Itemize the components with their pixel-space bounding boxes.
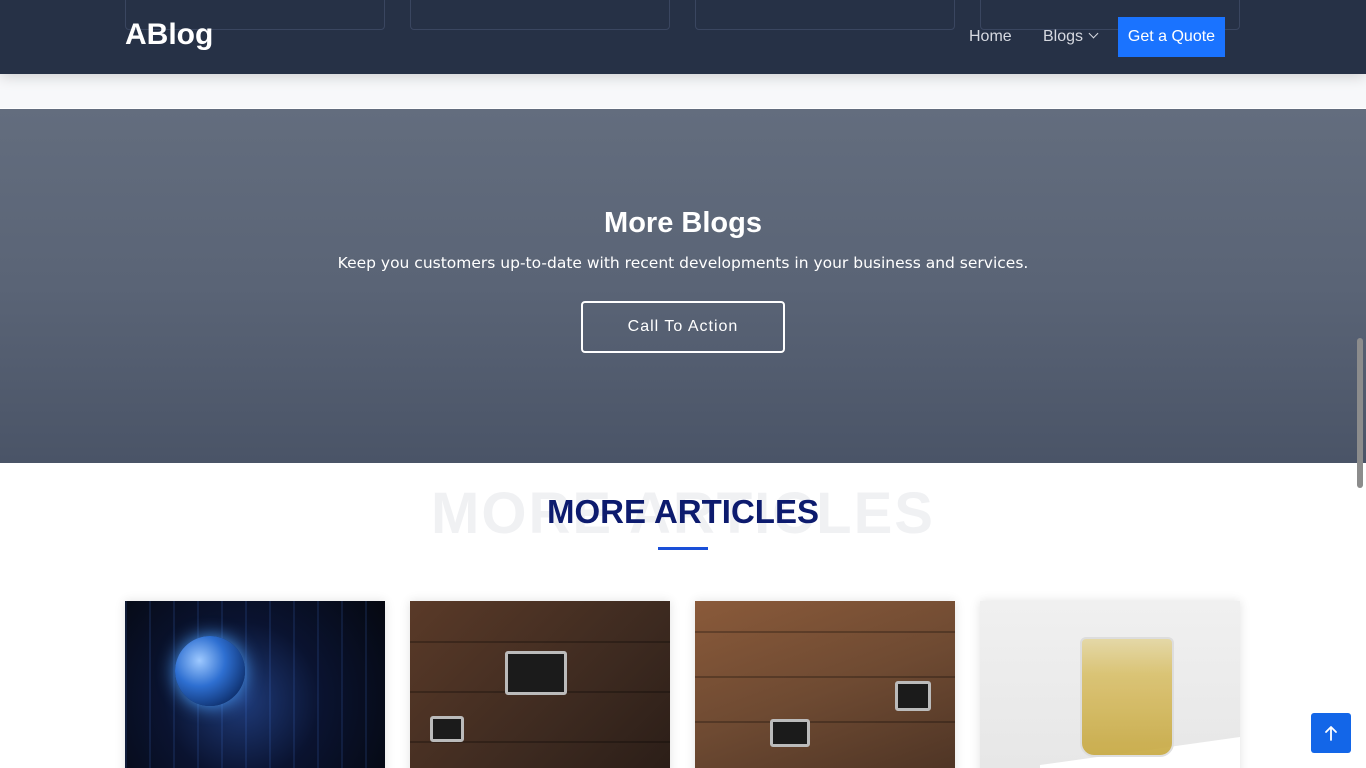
previous-card <box>410 0 670 30</box>
get-quote-button[interactable]: Get a Quote <box>1118 17 1225 57</box>
scrollbar-thumb[interactable] <box>1357 338 1363 488</box>
glass-image <box>1080 637 1174 757</box>
tablet-image <box>430 716 464 742</box>
cta-section: More Blogs Keep you customers up-to-date… <box>0 109 1366 463</box>
chevron-down-icon <box>1088 28 1099 39</box>
nav-link-blogs[interactable]: Blogs <box>1043 28 1099 46</box>
laptop-image <box>895 681 931 711</box>
brand-logo[interactable]: ABlog <box>125 18 213 52</box>
article-card-image[interactable] <box>695 601 955 768</box>
navbar: ABlog Home Blogs Get a Quote <box>0 0 1366 74</box>
globe-image <box>175 636 245 706</box>
arrow-up-icon <box>1325 726 1337 741</box>
cta-description: Keep you customers up-to-date with recen… <box>337 254 1029 272</box>
call-to-action-button[interactable]: Call To Action <box>581 301 785 353</box>
nav-link-blogs-label: Blogs <box>1043 28 1084 45</box>
cta-title: More Blogs <box>604 207 762 239</box>
article-card-image[interactable] <box>980 601 1240 768</box>
article-card-image[interactable] <box>410 601 670 768</box>
wood-plank <box>410 641 670 643</box>
title-underline <box>658 547 708 550</box>
tech-grid-decoration <box>125 601 385 768</box>
previous-card <box>695 0 955 30</box>
back-to-top-button[interactable] <box>1311 713 1351 753</box>
nav-link-home[interactable]: Home <box>969 28 1012 46</box>
article-card-image[interactable] <box>125 601 385 768</box>
section-title: MORE ARTICLES <box>547 493 819 530</box>
wood-plank <box>695 676 955 678</box>
wood-plank <box>695 721 955 723</box>
laptop-image <box>770 719 810 747</box>
wood-plank <box>695 631 955 633</box>
laptop-image <box>505 651 567 695</box>
